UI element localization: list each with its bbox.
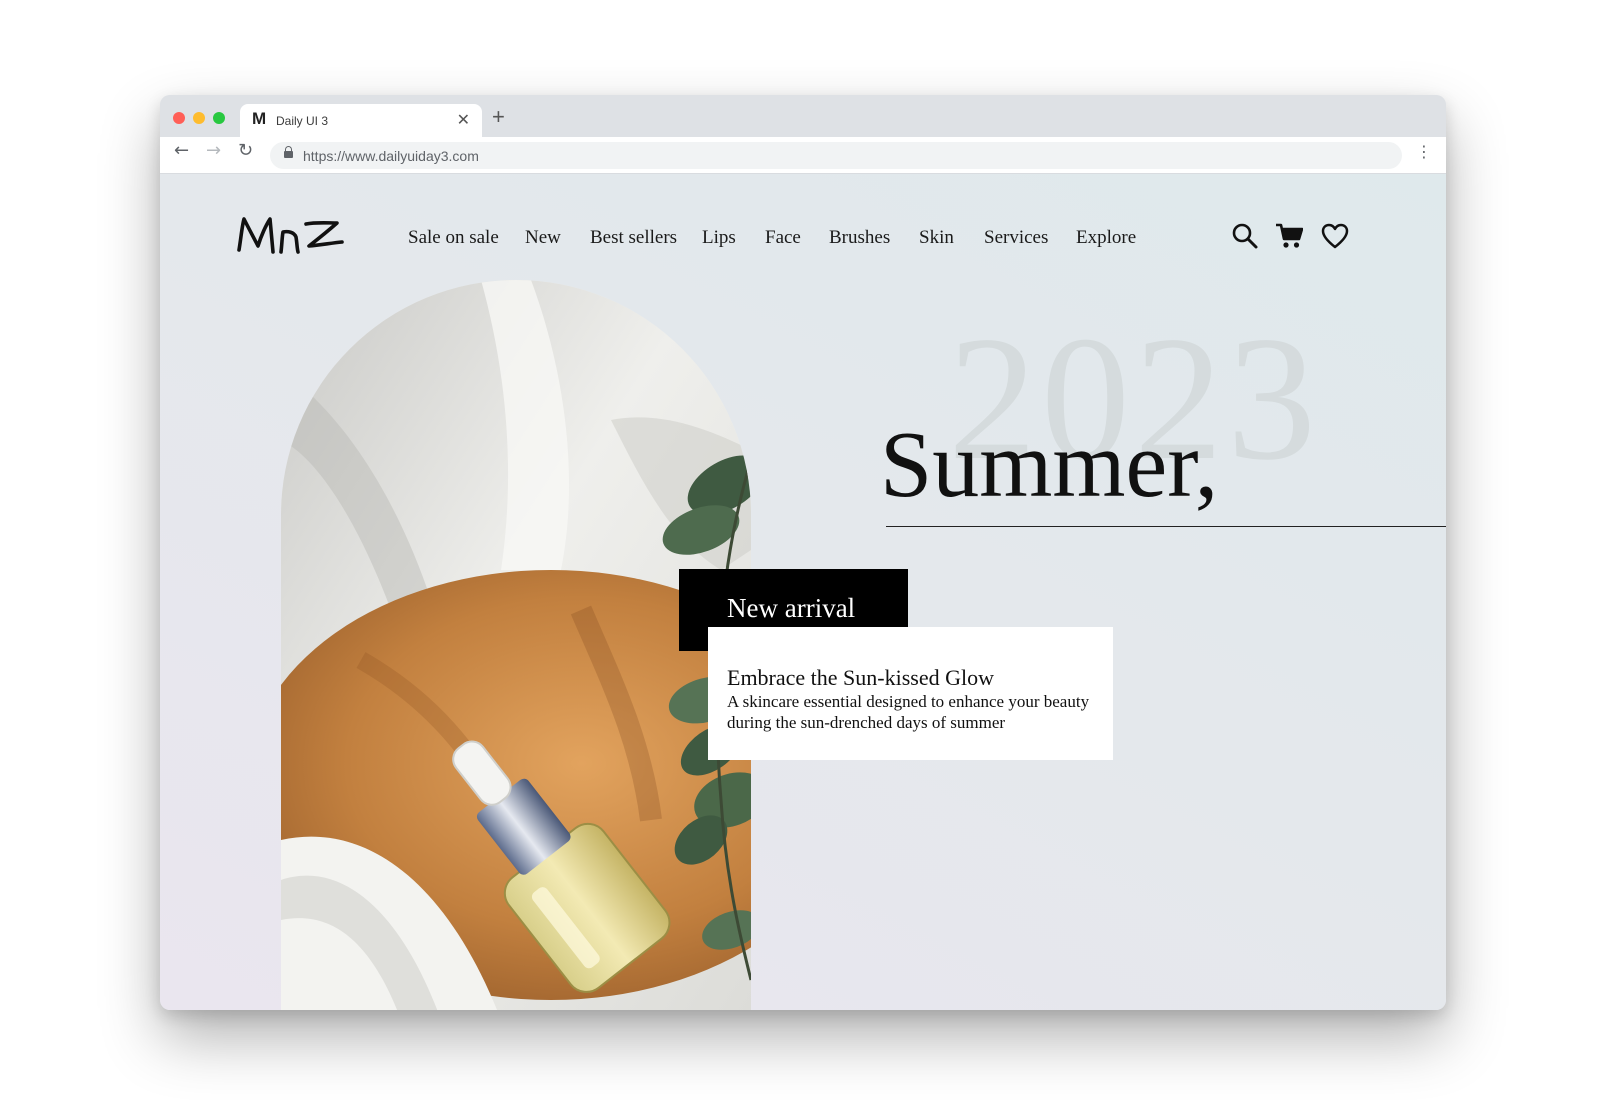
browser-window: M Daily UI 3 ✕ + ← → ↻ https://www.daily…	[160, 95, 1446, 1010]
search-icon[interactable]	[1231, 222, 1259, 250]
nav-new[interactable]: New	[525, 227, 561, 249]
lock-icon	[284, 146, 293, 158]
favicon-icon: M	[252, 109, 267, 128]
tab-strip: M Daily UI 3 ✕ +	[160, 95, 1446, 137]
nav-services[interactable]: Services	[984, 227, 1048, 249]
nav-best-sellers[interactable]: Best sellers	[590, 227, 677, 249]
back-arrow-icon[interactable]: ←	[174, 142, 189, 160]
card-title: Embrace the Sun-kissed Glow	[727, 665, 994, 690]
browser-toolbar: ← → ↻ https://www.dailyuiday3.com ⋮	[160, 137, 1446, 174]
hero-headline: Summer,	[880, 413, 1219, 517]
address-bar[interactable]: https://www.dailyuiday3.com	[270, 142, 1402, 169]
nav-explore[interactable]: Explore	[1076, 227, 1136, 249]
url-text[interactable]: https://www.dailyuiday3.com	[303, 148, 479, 164]
minimize-window-button[interactable]	[193, 112, 205, 124]
nav-sale-on-sale[interactable]: Sale on sale	[408, 227, 499, 249]
brand-logo[interactable]	[236, 214, 346, 256]
browser-menu-icon[interactable]: ⋮	[1416, 144, 1432, 160]
tab-title: Daily UI 3	[276, 114, 329, 128]
reload-icon[interactable]: ↻	[238, 142, 253, 160]
nav-brushes[interactable]: Brushes	[829, 227, 890, 249]
close-window-button[interactable]	[173, 112, 185, 124]
page-viewport: Sale on sale New Best sellers Lips Face …	[160, 174, 1446, 1010]
headline-divider	[886, 526, 1446, 527]
maximize-window-button[interactable]	[213, 112, 225, 124]
heart-icon[interactable]	[1321, 222, 1349, 250]
card-description: A skincare essential designed to enhance…	[727, 692, 1090, 732]
forward-arrow-icon[interactable]: →	[206, 142, 221, 160]
nav-lips[interactable]: Lips	[702, 227, 736, 249]
cart-icon[interactable]	[1275, 222, 1303, 250]
nav-face[interactable]: Face	[765, 227, 801, 249]
new-tab-button[interactable]: +	[492, 106, 505, 128]
product-info-card[interactable]: Embrace the Sun-kissed Glow A skincare e…	[708, 627, 1113, 760]
nav-skin[interactable]: Skin	[919, 227, 954, 249]
browser-tab[interactable]: M Daily UI 3 ✕	[240, 104, 482, 137]
tab-close-icon[interactable]: ✕	[457, 110, 470, 130]
